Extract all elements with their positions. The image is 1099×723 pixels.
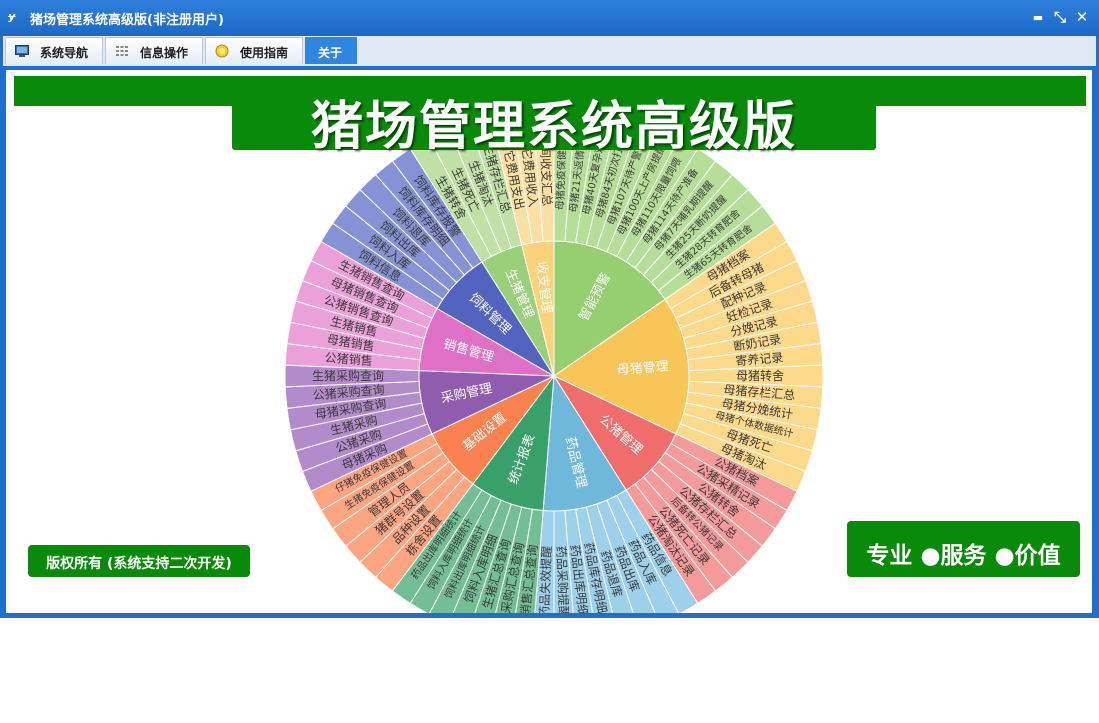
tab-label: 系统导航 xyxy=(40,46,89,60)
copyright-text: 版权所有 (系统支持二次开发) xyxy=(46,556,232,572)
grid-icon xyxy=(116,46,128,56)
banner: 猪场管理系统高级版 xyxy=(232,76,876,157)
tab-label: 关于 xyxy=(318,46,343,60)
tab-info-operation[interactable]: 信息操作 xyxy=(105,37,203,64)
tab-system-navigation[interactable]: 系统导航 xyxy=(5,37,103,64)
tab-label: 信息操作 xyxy=(140,46,189,60)
restore-icon[interactable]: ⤡ xyxy=(1051,8,1069,26)
menu-bar: 系统导航 信息操作 使用指南 关于 xyxy=(3,36,1096,66)
help-icon xyxy=(215,44,229,58)
title-bar[interactable]: ɏ 猪场管理系统高级版(非注册用户) ▬ ⤡ ✕ xyxy=(0,0,1099,36)
tab-label: 使用指南 xyxy=(240,46,289,60)
app-icon: ɏ xyxy=(8,10,16,23)
app-window: ɏ 猪场管理系统高级版(非注册用户) ▬ ⤡ ✕ 系统导航 信息操作 使用指南 … xyxy=(0,0,1099,618)
function-label: 母猪转舍 xyxy=(736,368,784,383)
function-label: 药品采购提醒 xyxy=(554,546,572,613)
banner-title: 猪场管理系统高级版 xyxy=(310,97,797,157)
function-label: 生猪采购查询 xyxy=(312,368,384,383)
slogan-box: 专业 ●服务 ●价值 xyxy=(847,521,1080,577)
copyright-box: 版权所有 (系统支持二次开发) xyxy=(28,545,250,577)
tab-about[interactable]: 关于 xyxy=(305,37,357,64)
window-title: 猪场管理系统高级版(非注册用户) xyxy=(30,13,224,28)
minimize-icon[interactable]: ▬ xyxy=(1029,11,1047,24)
close-icon[interactable]: ✕ xyxy=(1073,8,1091,26)
slogan-text: 专业 ●服务 ●价值 xyxy=(866,543,1061,569)
tab-user-guide[interactable]: 使用指南 xyxy=(205,37,303,64)
monitor-icon xyxy=(15,45,29,57)
main-content: 母猪免疫保健提醒 母猪21天返情观察 母猪40天复孕观察 母猪84天初次打胎 母猪107… xyxy=(6,70,1092,613)
